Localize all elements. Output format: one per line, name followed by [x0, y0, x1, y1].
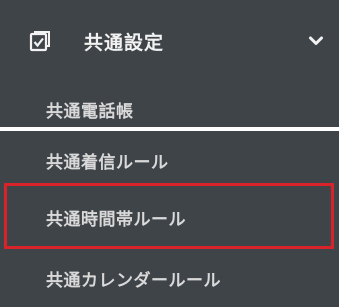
common-settings-section-header[interactable]: 共通設定 — [0, 0, 339, 84]
chevron-down-icon[interactable] — [308, 34, 324, 48]
section-title: 共通設定 — [84, 32, 165, 54]
menu-item-common-calendar-rule[interactable]: 共通カレンダールール — [0, 250, 339, 307]
menu-item-common-phonebook[interactable]: 共通電話帳 — [0, 84, 339, 127]
menu-item-common-incoming-rule[interactable]: 共通着信ルール — [0, 131, 339, 185]
sidebar-menu: 共通設定 共通電話帳 共通着信ルール 共通時間帯ルール 共通カレンダールール — [0, 0, 339, 307]
highlight-box — [4, 183, 334, 249]
menu-item-label: 共通カレンダールール — [46, 271, 221, 291]
checkbox-icon — [29, 30, 51, 52]
menu-item-label: 共通電話帳 — [46, 102, 134, 122]
menu-item-label: 共通着信ルール — [46, 153, 169, 173]
